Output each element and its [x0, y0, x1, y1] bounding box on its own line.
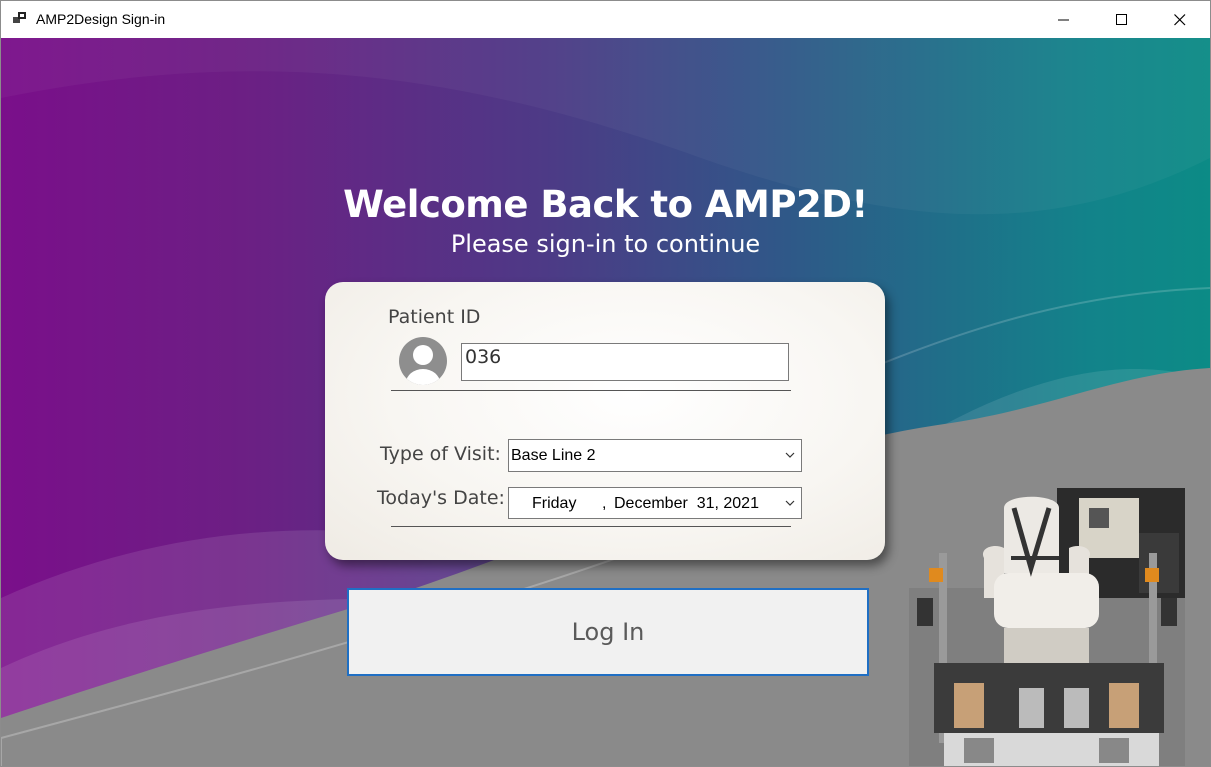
login-button[interactable]: Log In: [347, 588, 869, 676]
minimize-icon: [1058, 19, 1069, 20]
window-title: AMP2Design Sign-in: [36, 11, 166, 27]
chevron-down-icon: [785, 452, 795, 458]
welcome-heading: Welcome Back to AMP2D!: [343, 183, 868, 226]
maximize-icon: [1116, 13, 1127, 25]
simulator-chair-image: [909, 488, 1185, 766]
app-icon: [13, 12, 26, 23]
visit-type-select[interactable]: Base Line 2: [508, 439, 802, 472]
date-label: Today's Date:: [377, 487, 505, 509]
visit-type-label: Type of Visit:: [380, 443, 501, 465]
close-button[interactable]: [1151, 1, 1209, 38]
close-icon: [1174, 13, 1186, 25]
date-divider: [391, 526, 791, 527]
date-separator: ,: [602, 495, 607, 512]
user-avatar-icon: [399, 337, 447, 385]
signin-card: Patient ID 036 Type of Visit: Base Line …: [325, 282, 885, 560]
patient-id-input[interactable]: 036: [461, 343, 789, 381]
signin-window: AMP2Design Sign-in Welcome Back to AMP2D…: [0, 0, 1211, 767]
maximize-button[interactable]: [1093, 1, 1151, 38]
patient-divider: [391, 390, 791, 391]
patient-id-label: Patient ID: [388, 306, 481, 328]
visit-type-value: Base Line 2: [511, 447, 596, 464]
signin-subtitle: Please sign-in to continue: [450, 230, 761, 258]
date-month-day[interactable]: December 31, 2021: [614, 495, 759, 513]
date-picker[interactable]: Friday , December 31, 2021: [508, 487, 802, 519]
main-content: Welcome Back to AMP2D! Please sign-in to…: [1, 38, 1210, 766]
chevron-down-icon: [785, 500, 795, 506]
minimize-button[interactable]: [1035, 1, 1093, 38]
date-weekday[interactable]: Friday: [532, 495, 576, 513]
title-bar[interactable]: AMP2Design Sign-in: [1, 1, 1210, 38]
